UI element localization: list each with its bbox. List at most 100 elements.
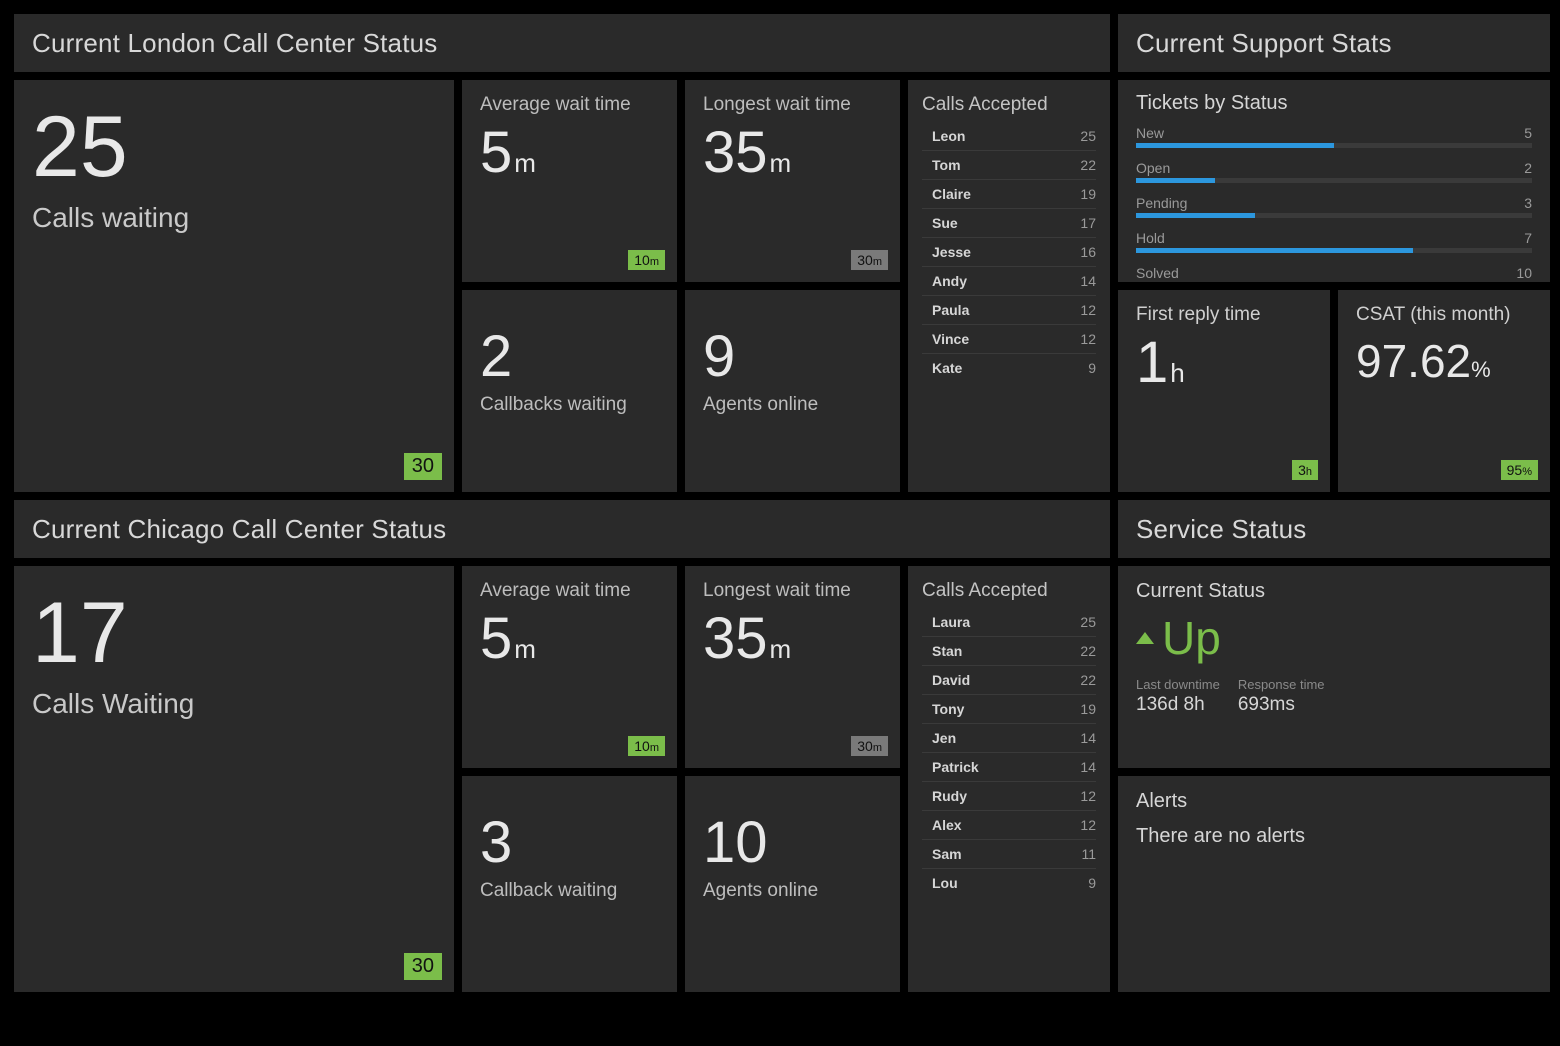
chicago-calls-accepted-tile: Calls Accepted Laura 25 Stan 22 David 22 Tony 1… bbox=[908, 566, 1110, 992]
service-header: Service Status bbox=[1118, 500, 1550, 558]
list-item-name: Vince bbox=[932, 331, 969, 347]
tickets-by-status-tile: Tickets by Status New5Open2Pending3Hold7… bbox=[1118, 80, 1550, 282]
london-calls-waiting-tile: 25 Calls waiting 30 bbox=[14, 80, 454, 492]
last-downtime-label: Last downtime bbox=[1136, 677, 1220, 692]
response-time-value: 693ms bbox=[1238, 694, 1325, 716]
last-downtime-value: 136d 8h bbox=[1136, 694, 1220, 716]
chicago-longest-wait-title: Longest wait time bbox=[703, 580, 882, 602]
london-avg-wait-tile: Average wait time 5m 10m bbox=[462, 80, 677, 282]
list-item-name: Jen bbox=[932, 730, 956, 746]
list-item-value: 19 bbox=[1080, 186, 1096, 202]
london-avg-wait-value: 5 bbox=[480, 120, 512, 185]
london-avg-wait-badge: 10m bbox=[628, 250, 665, 270]
bar-row: New5 bbox=[1136, 125, 1532, 148]
list-item: Tony 19 bbox=[922, 695, 1096, 724]
chicago-avg-wait-tile: Average wait time 5m 10m bbox=[462, 566, 677, 768]
list-item: Claire19 bbox=[922, 180, 1096, 209]
list-item: Leon25 bbox=[922, 122, 1096, 151]
chicago-avg-wait-unit: m bbox=[514, 634, 536, 664]
bar-row: Hold7 bbox=[1136, 230, 1532, 253]
bar-row: Pending3 bbox=[1136, 195, 1532, 218]
chicago-avg-wait-value: 5 bbox=[480, 606, 512, 671]
list-item: Laura 25 bbox=[922, 608, 1096, 637]
csat-badge: 95% bbox=[1501, 460, 1538, 480]
bar-value: 7 bbox=[1524, 230, 1532, 246]
list-item-value: 16 bbox=[1080, 244, 1096, 260]
list-item: Stan 22 bbox=[922, 637, 1096, 666]
chicago-callbacks-value: 3 bbox=[480, 814, 659, 872]
list-item-value: 25 bbox=[1080, 614, 1096, 630]
list-item-value: 12 bbox=[1080, 788, 1096, 804]
csat-value: 97.62 bbox=[1356, 335, 1471, 387]
csat-tile: CSAT (this month) 97.62% 95% bbox=[1338, 290, 1550, 492]
list-item-name: Andy bbox=[932, 273, 967, 289]
csat-unit: % bbox=[1471, 357, 1491, 382]
list-item-name: Stan bbox=[932, 643, 962, 659]
chicago-avg-wait-title: Average wait time bbox=[480, 580, 659, 602]
chicago-longest-wait-unit: m bbox=[770, 634, 792, 664]
list-item-name: Patrick bbox=[932, 759, 979, 775]
list-item-name: Lou bbox=[932, 875, 958, 891]
london-calls-waiting-label: Calls waiting bbox=[32, 202, 436, 234]
london-callbacks-tile: 2 Callbacks waiting bbox=[462, 290, 677, 492]
current-status-tile: Current Status Up Last downtime 136d 8h … bbox=[1118, 566, 1550, 768]
list-item: Jesse 16 bbox=[922, 238, 1096, 267]
list-item: Sue17 bbox=[922, 209, 1096, 238]
chicago-calls-accepted-title: Calls Accepted bbox=[922, 580, 1096, 602]
london-agents-value: 9 bbox=[703, 328, 882, 386]
london-agents-tile: 9 Agents online bbox=[685, 290, 900, 492]
first-reply-badge: 3h bbox=[1292, 460, 1318, 480]
london-calls-accepted-title: Calls Accepted bbox=[922, 94, 1096, 116]
list-item-name: Alex bbox=[932, 817, 962, 833]
list-item-value: 9 bbox=[1088, 360, 1096, 376]
list-item-value: 22 bbox=[1080, 643, 1096, 659]
chicago-callbacks-tile: 3 Callback waiting bbox=[462, 776, 677, 992]
list-item-value: 14 bbox=[1080, 759, 1096, 775]
bar-fill bbox=[1136, 143, 1334, 148]
chicago-longest-wait-badge: 30m bbox=[851, 736, 888, 756]
service-title: Service Status bbox=[1136, 514, 1532, 544]
bar-row: Solved10 bbox=[1136, 265, 1532, 282]
bar-fill bbox=[1136, 248, 1413, 253]
list-item-value: 22 bbox=[1080, 672, 1096, 688]
list-item-value: 14 bbox=[1080, 273, 1096, 289]
alerts-title: Alerts bbox=[1136, 790, 1532, 813]
support-header: Current Support Stats bbox=[1118, 14, 1550, 72]
chicago-calls-waiting-tile: 17 Calls Waiting 30 bbox=[14, 566, 454, 992]
list-item: Rudy12 bbox=[922, 782, 1096, 811]
london-callbacks-value: 2 bbox=[480, 328, 659, 386]
response-time-label: Response time bbox=[1238, 677, 1325, 692]
chicago-agents-tile: 10 Agents online bbox=[685, 776, 900, 992]
bar-label: New bbox=[1136, 125, 1164, 141]
chicago-avg-wait-badge: 10m bbox=[628, 736, 665, 756]
csat-title: CSAT (this month) bbox=[1356, 304, 1532, 326]
current-status-title: Current Status bbox=[1136, 580, 1532, 603]
london-calls-accepted-tile: Calls Accepted Leon25Tom22Claire19Sue17J… bbox=[908, 80, 1110, 492]
list-item-value: 17 bbox=[1080, 215, 1096, 231]
list-item: Andy 14 bbox=[922, 267, 1096, 296]
list-item-value: 19 bbox=[1080, 701, 1096, 717]
list-item-name: David bbox=[932, 672, 970, 688]
first-reply-unit: h bbox=[1170, 358, 1184, 388]
chicago-calls-waiting-value: 17 bbox=[32, 590, 436, 676]
list-item-name: Tony bbox=[932, 701, 964, 717]
chicago-agents-value: 10 bbox=[703, 814, 882, 872]
support-title: Current Support Stats bbox=[1136, 28, 1532, 58]
list-item-name: Jesse bbox=[932, 244, 971, 260]
first-reply-title: First reply time bbox=[1136, 304, 1312, 326]
tickets-title: Tickets by Status bbox=[1136, 92, 1532, 115]
chicago-longest-wait-tile: Longest wait time 35m 30m bbox=[685, 566, 900, 768]
list-item-name: Tom bbox=[932, 157, 961, 173]
list-item: Tom22 bbox=[922, 151, 1096, 180]
list-item: Lou9 bbox=[922, 869, 1096, 897]
list-item: David 22 bbox=[922, 666, 1096, 695]
chicago-header: Current Chicago Call Center Status bbox=[14, 500, 1110, 558]
chicago-longest-wait-value: 35 bbox=[703, 606, 768, 671]
chicago-calls-waiting-label: Calls Waiting bbox=[32, 688, 436, 720]
list-item-name: Laura bbox=[932, 614, 970, 630]
chicago-title: Current Chicago Call Center Status bbox=[32, 514, 1092, 544]
alerts-tile: Alerts There are no alerts bbox=[1118, 776, 1550, 992]
list-item: Sam11 bbox=[922, 840, 1096, 869]
list-item: Alex12 bbox=[922, 811, 1096, 840]
status-details: Last downtime 136d 8h Response time 693m… bbox=[1136, 677, 1532, 716]
